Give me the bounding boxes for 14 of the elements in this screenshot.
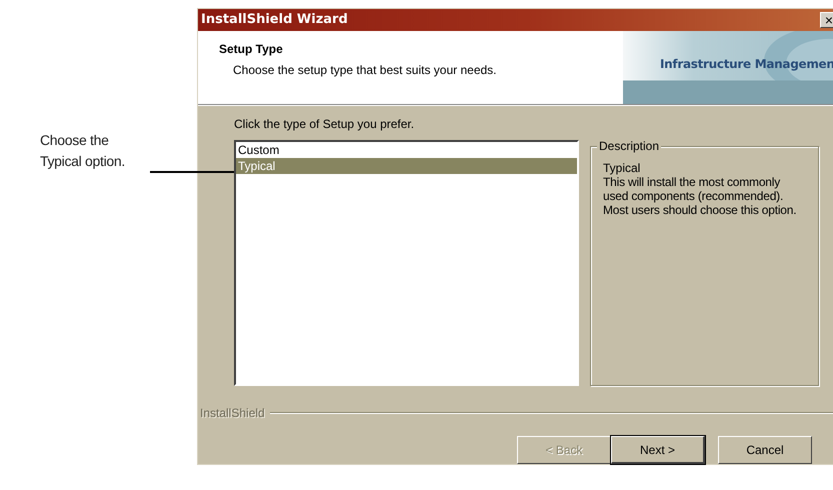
list-item[interactable]: Typical: [236, 158, 577, 174]
group-legend: Description: [597, 139, 662, 153]
callout-text: Choose the Typical option.: [40, 131, 126, 171]
description-title: Typical: [603, 161, 642, 175]
brand-label: InstallShield: [199, 406, 265, 420]
page-subtitle: Choose the setup type that best suits your needs.: [232, 62, 498, 77]
close-button[interactable]: ×: [820, 12, 833, 28]
list-item[interactable]: Custom: [236, 142, 577, 158]
prompt-text: Click the type of Setup you prefer.: [234, 117, 416, 131]
page-title: Setup Type: [219, 42, 284, 56]
window-title: InstallShield Wizard: [201, 12, 348, 28]
wizard-button[interactable]: Next >: [611, 436, 705, 464]
description-text: This will install the most commonly used components (recommended). Most users should choose this option.: [603, 175, 798, 217]
wizard-button[interactable]: Cancel: [718, 436, 812, 464]
